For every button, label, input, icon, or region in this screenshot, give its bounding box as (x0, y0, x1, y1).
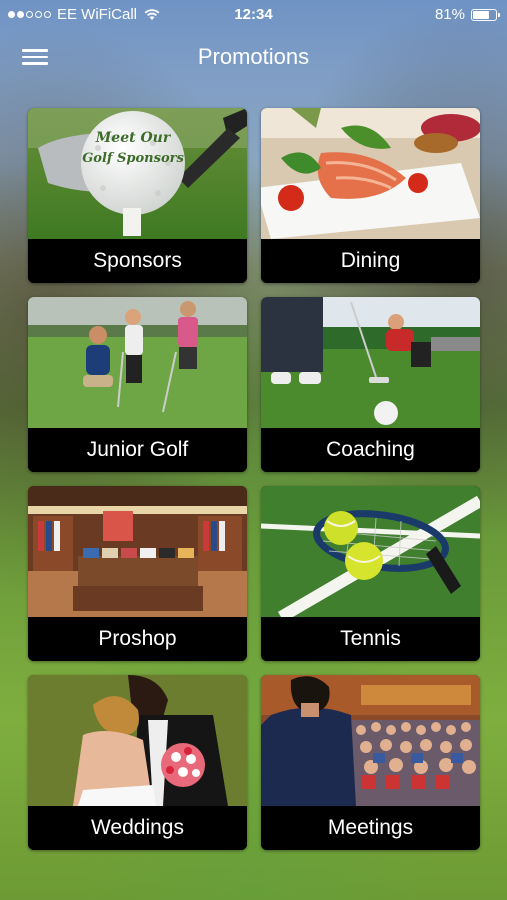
junior-golf-photo (28, 297, 247, 428)
tile-label-coaching: Coaching (261, 428, 480, 472)
tile-label-meetings: Meetings (261, 806, 480, 850)
tile-label-sponsors: Sponsors (28, 239, 247, 283)
clock: 12:34 (234, 6, 273, 23)
weddings-photo (28, 675, 247, 806)
sponsors-photo-line1: Meet Our (95, 130, 172, 146)
proshop-photo (28, 486, 247, 617)
dining-photo (261, 108, 480, 239)
tile-label-proshop: Proshop (28, 617, 247, 661)
tile-proshop[interactable]: Proshop (28, 486, 247, 661)
tile-weddings[interactable]: Weddings (28, 675, 247, 850)
tile-label-tennis: Tennis (261, 617, 480, 661)
coaching-photo (261, 297, 480, 428)
battery-percentage: 81% (434, 6, 465, 23)
tile-label-weddings: Weddings (28, 806, 247, 850)
tile-label-junior-golf: Junior Golf (28, 428, 247, 472)
sponsors-photo: Meet Our Golf Sponsors (28, 108, 247, 239)
tile-dining[interactable]: Dining (261, 108, 480, 283)
tile-meetings[interactable]: Meetings (261, 675, 480, 850)
tile-sponsors[interactable]: Meet Our Golf Sponsors Sponsors (28, 108, 247, 283)
battery-info: 81% (434, 6, 500, 23)
page-title: Promotions (197, 44, 310, 69)
tile-coaching[interactable]: Coaching (261, 297, 480, 472)
sponsors-photo-line2: Golf Sponsors (82, 151, 184, 166)
tile-junior-golf[interactable]: Junior Golf (28, 297, 247, 472)
tennis-photo (261, 486, 480, 617)
tile-label-dining: Dining (261, 239, 480, 283)
meetings-photo (261, 675, 480, 806)
tile-tennis[interactable]: Tennis (261, 486, 480, 661)
navigation-bar: Promotions (0, 30, 507, 86)
status-bar: EE WiFiCall 12:34 81% (0, 0, 507, 30)
battery-icon (471, 8, 500, 21)
